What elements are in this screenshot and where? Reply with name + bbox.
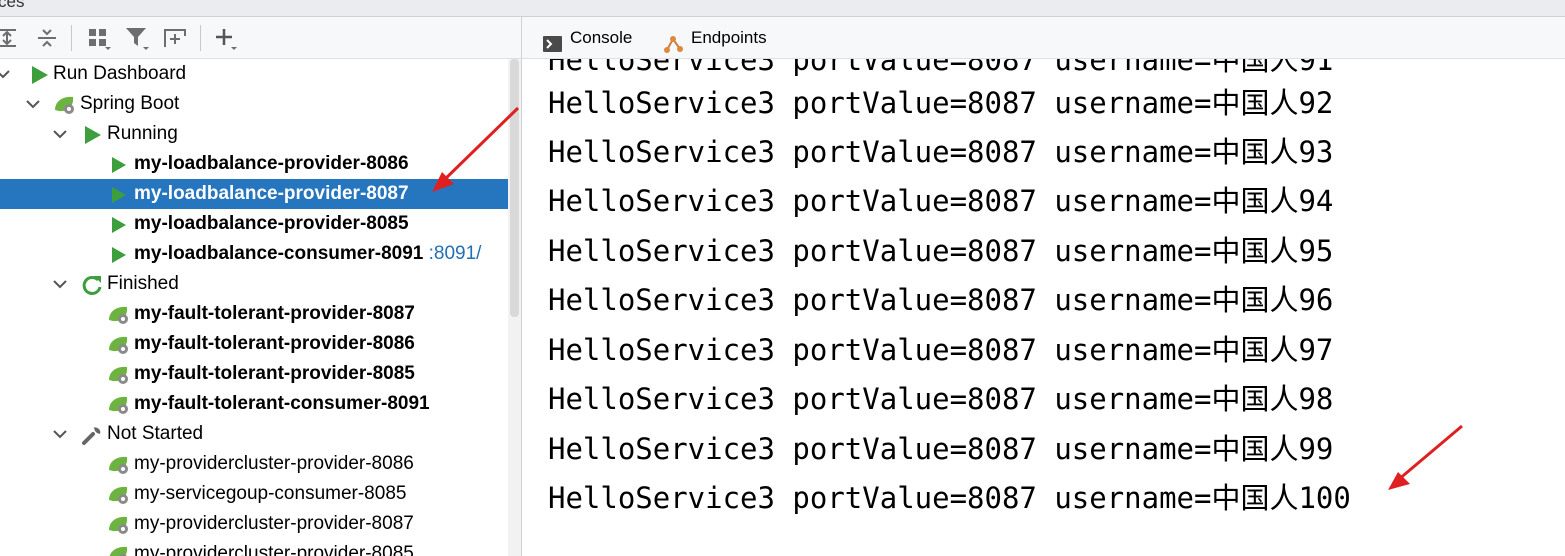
tab-bar: Console Endpoints (522, 17, 1565, 59)
tree-item-finished[interactable]: my-fault-tolerant-provider-8086 (0, 329, 521, 359)
service-name: my-providercluster-provider-8085 (134, 543, 414, 556)
console-line: HelloService3 portValue=8087 username=中国… (548, 382, 1334, 416)
services-toolbar (0, 17, 521, 59)
spring-boot-icon (107, 304, 129, 326)
run-icon (108, 184, 130, 206)
run-icon (29, 64, 51, 86)
service-name: my-fault-tolerant-provider-8085 (134, 363, 415, 384)
console-panel: Console Endpoints HelloService3 portValu… (522, 17, 1565, 556)
chevron-down-icon[interactable] (53, 119, 67, 149)
spring-boot-icon (107, 334, 129, 356)
run-icon (108, 214, 130, 236)
add-service-icon[interactable] (212, 25, 238, 51)
service-name: my-loadbalance-provider-8085 (134, 213, 409, 234)
service-entry: my-loadbalance-consumer-8091 :8091/ (134, 239, 481, 269)
spring-boot-icon (107, 544, 129, 556)
tree-item-finished[interactable]: my-fault-tolerant-provider-8087 (0, 299, 521, 329)
scrollbar-thumb[interactable] (510, 59, 519, 317)
tree-scrollbar[interactable] (508, 59, 521, 556)
tree-item-not-started[interactable]: my-providercluster-provider-8086 (0, 449, 521, 479)
tab-label: Endpoints (691, 28, 767, 47)
console-line: HelloService3 portValue=8087 username=中国… (548, 86, 1334, 120)
tree-node-running[interactable]: Running (0, 119, 521, 149)
tree-item-running[interactable]: my-loadbalance-provider-8086 (0, 149, 521, 179)
tree-node-label: Run Dashboard (53, 63, 187, 84)
tree-item-running[interactable]: my-loadbalance-provider-8085 (0, 209, 521, 239)
window-title: ces (0, 0, 25, 11)
toolbar-separator (71, 25, 72, 51)
service-name: my-loadbalance-provider-8086 (134, 153, 409, 174)
console-line: HelloService3 portValue=8087 username=中国… (548, 283, 1334, 317)
service-name: my-fault-tolerant-provider-8086 (134, 333, 415, 354)
console-output[interactable]: HelloService3 portValue=8087 username=中国… (522, 59, 1565, 556)
console-line: HelloService3 portValue=8087 username=中国… (548, 184, 1334, 218)
console-line: HelloService3 portValue=8087 username=中国… (548, 333, 1334, 367)
service-port-link[interactable]: :8091/ (429, 243, 482, 264)
spring-boot-icon (107, 454, 129, 476)
chevron-down-icon[interactable] (53, 269, 67, 299)
tree-item-running[interactable]: my-loadbalance-consumer-8091 :8091/ (0, 239, 521, 269)
tree-node-label: Running (107, 123, 178, 144)
console-line: HelloService3 portValue=8087 username=中国… (548, 234, 1334, 268)
chevron-down-icon[interactable] (53, 419, 67, 449)
spring-boot-icon (107, 514, 129, 536)
console-line: HelloService3 portValue=8087 username=中国… (548, 59, 1334, 77)
tree-node-spring-boot[interactable]: Spring Boot (0, 89, 521, 119)
service-name: my-providercluster-provider-8086 (134, 453, 414, 474)
service-name: my-providercluster-provider-8087 (134, 513, 414, 534)
run-icon (82, 124, 104, 146)
spring-boot-icon (53, 94, 75, 116)
spring-boot-icon (107, 484, 129, 506)
endpoints-icon (663, 28, 685, 53)
tree-item-finished[interactable]: my-fault-tolerant-consumer-8091 (0, 389, 521, 419)
tree-node-not-started[interactable]: Not Started (0, 419, 521, 449)
console-icon (542, 28, 564, 52)
wrench-icon (81, 424, 103, 446)
filter-icon[interactable] (124, 25, 150, 51)
console-line: HelloService3 portValue=8087 username=中国… (548, 135, 1334, 169)
tree-item-not-started[interactable]: my-providercluster-provider-8087 (0, 509, 521, 539)
run-icon (108, 154, 130, 176)
toolbar-separator (200, 25, 201, 51)
service-name: my-loadbalance-consumer-8091 (134, 243, 424, 264)
chevron-down-icon[interactable] (0, 59, 10, 89)
collapse-all-icon[interactable] (34, 25, 60, 51)
tree-node-run-dashboard[interactable]: Run Dashboard (0, 59, 521, 89)
service-name: my-fault-tolerant-consumer-8091 (134, 393, 430, 414)
spring-boot-icon (107, 364, 129, 386)
expand-all-icon[interactable] (0, 25, 20, 51)
tree-node-label: Spring Boot (80, 93, 180, 114)
service-name: my-servicegoup-consumer-8085 (134, 483, 407, 504)
console-line: HelloService3 portValue=8087 username=中国… (548, 481, 1351, 515)
service-name: my-loadbalance-provider-8087 (134, 183, 409, 204)
tab-console[interactable]: Console (542, 17, 652, 59)
chevron-down-icon[interactable] (26, 89, 40, 119)
tree-node-label: Finished (107, 273, 179, 294)
rerun-icon (81, 274, 103, 296)
tree-item-finished[interactable]: my-fault-tolerant-provider-8085 (0, 359, 521, 389)
tab-label: Console (570, 28, 633, 47)
service-name: my-fault-tolerant-provider-8087 (134, 303, 415, 324)
services-panel: Run Dashboard Spring Boot Running my-loa… (0, 17, 522, 556)
run-icon (108, 244, 130, 266)
tab-endpoints[interactable]: Endpoints (663, 17, 793, 59)
tree-node-finished[interactable]: Finished (0, 269, 521, 299)
tree-item-not-started[interactable]: my-servicegoup-consumer-8085 (0, 479, 521, 509)
new-tab-icon[interactable] (162, 25, 188, 51)
console-line: HelloService3 portValue=8087 username=中国… (548, 432, 1334, 466)
spring-boot-icon (107, 394, 129, 416)
tree-node-label: Not Started (107, 423, 204, 444)
group-by-icon[interactable] (86, 25, 112, 51)
window-title-strip: ces (0, 0, 1565, 17)
tree-item-not-started[interactable]: my-providercluster-provider-8085 (0, 539, 521, 556)
tree-item-running-selected[interactable]: my-loadbalance-provider-8087 (0, 179, 521, 209)
